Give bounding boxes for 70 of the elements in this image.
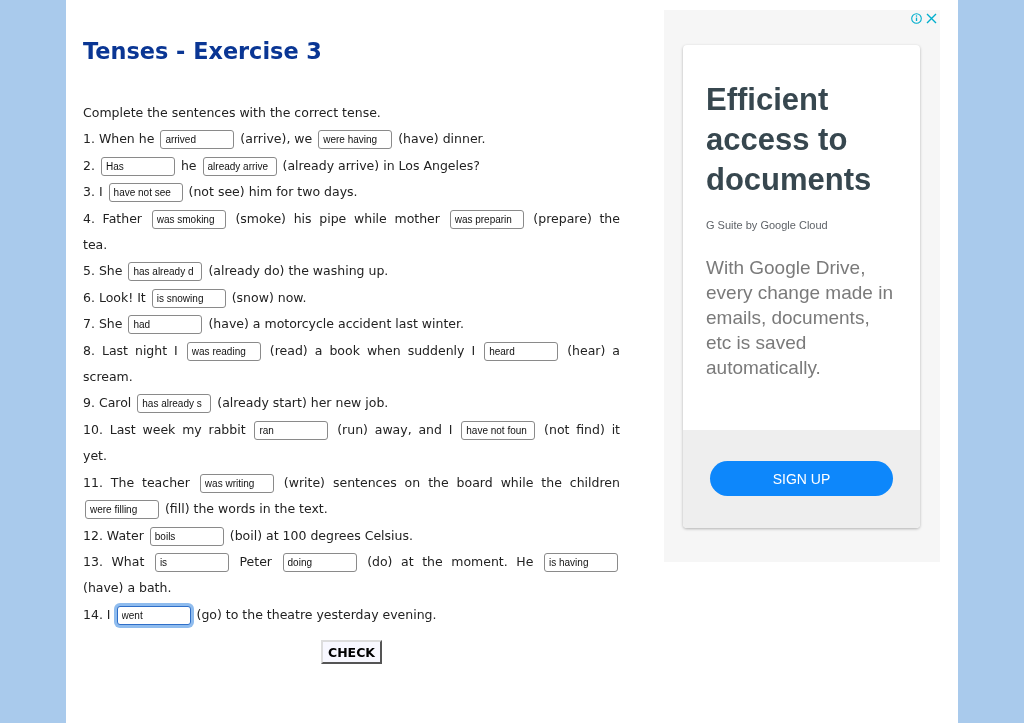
- answer-field[interactable]: were having: [318, 130, 393, 150]
- answer-field[interactable]: was preparin: [449, 209, 524, 229]
- sentence-text: (prepare) the: [533, 210, 620, 226]
- answer-field[interactable]: had: [128, 315, 203, 335]
- sentence-text: (fill) the words in the text.: [165, 501, 328, 517]
- sentence-text: (already start) her new job.: [217, 395, 389, 411]
- sentence-text: 3. I: [83, 184, 103, 200]
- sentence-text: Peter: [239, 553, 272, 569]
- answer-field[interactable]: boils: [149, 526, 224, 546]
- sentence-text: 8. Last night I: [83, 342, 178, 358]
- sentence-text: (arrive), we: [240, 131, 313, 147]
- sentence-text: tea.: [83, 237, 108, 253]
- sign-up-button[interactable]: SIGN UP: [710, 461, 893, 496]
- sentence-text: (write) sentences on the board while the children: [283, 474, 620, 490]
- sentence-text: (boil) at 100 degrees Celsius.: [229, 527, 413, 543]
- sentence-text: (smoke) his pipe while mother: [235, 210, 440, 226]
- answer-field[interactable]: Has: [100, 156, 175, 176]
- ad-headline: Efficient access to documents: [706, 81, 873, 199]
- info-icon[interactable]: [911, 12, 922, 24]
- sentence-text: 6. Look! It: [83, 289, 146, 305]
- instructions-text: Complete the sentences with the correct tense.: [83, 104, 382, 122]
- sentence-text: 12. Water: [83, 527, 144, 543]
- sentence-text: (already do) the washing up.: [208, 263, 389, 279]
- sentence-text: (have) a motorcycle accident last winter.: [208, 316, 464, 332]
- sentence-text: (hear) a: [567, 342, 620, 358]
- answer-field[interactable]: was writing: [199, 473, 274, 493]
- sentence-text: scream.: [83, 369, 133, 385]
- sentence-text: (not see) him for two days.: [188, 184, 358, 200]
- sentence-text: (run) away, and I: [337, 421, 453, 437]
- answer-field[interactable]: heard: [484, 341, 559, 361]
- sentence-text: 13. What: [83, 553, 145, 569]
- answer-field[interactable]: is: [154, 552, 229, 572]
- answer-field[interactable]: has already d: [128, 262, 203, 282]
- sentence-text: (go) to the theatre yesterday evening.: [196, 606, 437, 622]
- sentence-text: 5. She: [83, 263, 123, 279]
- sentence-text: 11. The teacher: [83, 474, 190, 490]
- sentence-text: (have) dinner.: [398, 131, 486, 147]
- answer-field[interactable]: is having: [544, 552, 618, 572]
- sentence-text: (already arrive) in Los Angeles?: [282, 157, 480, 173]
- sentence-text: 2.: [83, 157, 95, 173]
- answer-field[interactable]: was reading: [186, 341, 261, 361]
- answer-field[interactable]: have not foun: [461, 420, 536, 440]
- answer-field[interactable]: already arrive: [202, 156, 277, 176]
- answer-field[interactable]: is snowing: [151, 288, 226, 308]
- sentence-text: (not find) it: [544, 421, 620, 437]
- sentence-text: 10. Last week my rabbit: [83, 421, 246, 437]
- answer-field[interactable]: went: [116, 605, 191, 625]
- sentence-text: 4. Father: [83, 210, 142, 226]
- sentence-text: 14. I: [83, 606, 111, 622]
- answer-field[interactable]: doing: [282, 552, 357, 572]
- sentence-text: he: [180, 157, 197, 173]
- sentence-text: 7. She: [83, 316, 123, 332]
- sentence-text: (read) a book when suddenly I: [269, 342, 476, 358]
- answer-field[interactable]: has already s: [137, 394, 212, 414]
- ad-advertiser: G Suite by Google Cloud: [706, 218, 829, 233]
- page-title: Tenses - Exercise 3: [83, 37, 323, 65]
- sentence-text: 9. Carol: [83, 395, 132, 411]
- sentence-text: (snow) now.: [231, 289, 307, 305]
- sentence-text: yet.: [83, 448, 107, 464]
- sentence-text: (have) a bath.: [83, 580, 172, 596]
- check-button[interactable]: CHECK: [320, 640, 382, 665]
- answer-field[interactable]: were filling: [85, 500, 159, 520]
- answer-field[interactable]: have not see: [108, 183, 183, 203]
- ad-description: With Google Drive, every change made in emails, documents, etc is saved automatically.: [706, 256, 894, 380]
- answer-field[interactable]: was smoking: [151, 209, 226, 229]
- sentence-text: (do) at the moment. He: [367, 553, 534, 569]
- close-icon[interactable]: [926, 12, 937, 24]
- answer-field[interactable]: ran: [254, 420, 329, 440]
- sentence-text: 1. When he: [83, 131, 155, 147]
- answer-field[interactable]: arrived: [160, 130, 235, 150]
